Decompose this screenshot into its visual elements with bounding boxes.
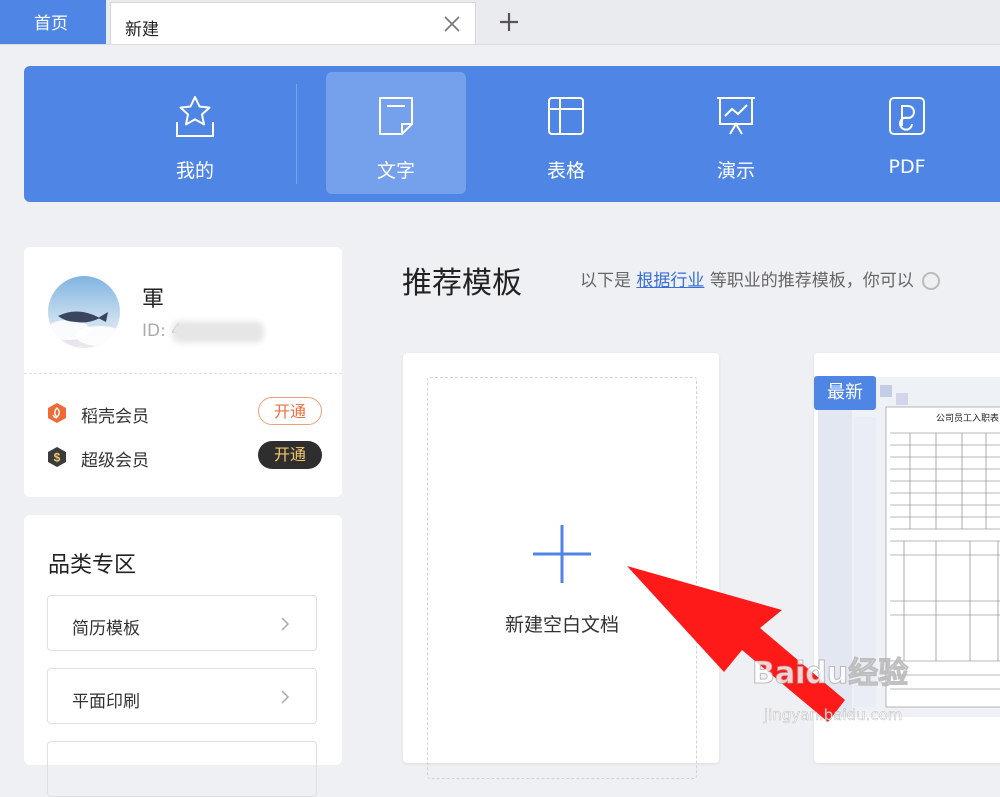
category-bar: 我的 文字 表格 演示 PDF: [24, 66, 1000, 202]
membership-label: 稻壳会员: [81, 407, 149, 427]
zone-item-resume[interactable]: 简历模板: [47, 595, 317, 651]
tab-new[interactable]: 新建: [110, 2, 476, 44]
presentation-icon: [717, 97, 755, 135]
activate-docer-button[interactable]: 开通: [258, 397, 322, 425]
membership-label: 超级会员: [81, 451, 149, 471]
category-label: 演示: [716, 160, 755, 182]
new-blank-document-label: 新建空白文档: [504, 614, 619, 636]
category-presentation[interactable]: 演示: [666, 72, 806, 194]
category-label: 表格: [546, 160, 585, 182]
zone-title: 品类专区: [48, 553, 137, 578]
membership-docer: 稻壳会员 开通: [46, 396, 322, 428]
category-label: PDF: [888, 156, 926, 178]
docer-member-icon: [48, 403, 66, 423]
divider: [24, 373, 342, 374]
category-zone: 品类专区 简历模板 平面印刷: [24, 515, 342, 797]
super-member-icon: $: [48, 447, 66, 467]
user-id-redacted: [172, 321, 264, 343]
pdf-icon: [889, 97, 925, 135]
chevron-right-icon: [281, 690, 290, 704]
tab-new-label: 新建: [125, 20, 159, 40]
latest-badge: 最新: [814, 376, 876, 410]
document-icon: [379, 97, 413, 135]
category-label: 文字: [376, 160, 415, 182]
star-box-icon: [176, 96, 214, 137]
zone-item-label: 简历模板: [72, 619, 140, 639]
zone-item-print[interactable]: 平面印刷: [47, 668, 317, 724]
zone-item-more[interactable]: [47, 741, 317, 797]
zone-item-label: 平面印刷: [72, 692, 140, 712]
table-icon: [548, 97, 584, 135]
username: 軍: [142, 287, 165, 312]
template-card[interactable]: 公司员工入职表 最新: [814, 353, 1000, 763]
info-icon[interactable]: [921, 272, 940, 290]
plus-icon: [533, 525, 591, 583]
divider: [296, 84, 297, 184]
blank-document-area: 新建空白文档: [427, 377, 697, 779]
membership-super: $ 超级会员 开通: [46, 440, 322, 472]
recommend-title: 推荐模板: [402, 266, 522, 301]
category-label: 我的: [175, 160, 214, 182]
baidu-watermark-url: jingyan.baidu.com: [764, 706, 903, 725]
close-icon[interactable]: [442, 14, 462, 34]
category-text[interactable]: 文字: [326, 72, 466, 194]
new-blank-document-card[interactable]: 新建空白文档: [403, 353, 719, 779]
add-tab-icon[interactable]: [497, 10, 521, 34]
subtitle-text: 等职业的推荐模板，你可以: [709, 271, 914, 291]
baidu-watermark: Baidu经验: [751, 656, 909, 692]
tab-home[interactable]: 首页: [0, 0, 106, 44]
category-mine[interactable]: 我的: [125, 72, 265, 194]
activate-super-button[interactable]: 开通: [258, 441, 322, 469]
avatar[interactable]: [48, 276, 120, 348]
recommend-subtitle: 以下是 根据行业 等职业的推荐模板，你可以: [580, 266, 940, 291]
industry-link[interactable]: 根据行业: [636, 271, 704, 291]
chevron-right-icon: [281, 617, 290, 631]
svg-text:$: $: [54, 451, 61, 465]
template-doc-title: 公司员工入职表: [936, 412, 999, 424]
tab-bar: 首页 新建: [0, 0, 1000, 45]
category-pdf[interactable]: PDF: [837, 72, 977, 194]
subtitle-text: 以下是: [580, 271, 631, 291]
category-table[interactable]: 表格: [496, 72, 636, 194]
user-card: 軍 ID: 4 稻壳会员 开通 $ 超级会员 开通: [24, 247, 342, 497]
